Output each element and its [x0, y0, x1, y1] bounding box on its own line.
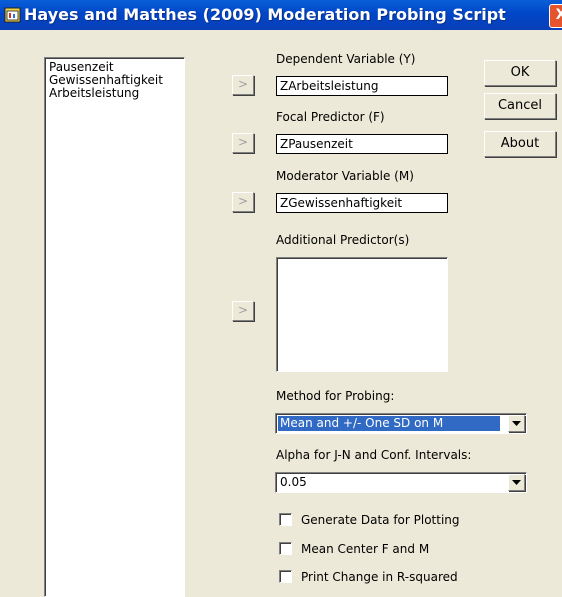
- alpha-select[interactable]: 0.05: [275, 472, 527, 493]
- generate-data-label[interactable]: Generate Data for Plotting: [301, 513, 460, 527]
- alpha-selected-value: 0.05: [280, 475, 307, 489]
- title-bar[interactable]: Hayes and Matthes (2009) Moderation Prob…: [0, 0, 562, 30]
- print-change-checkbox[interactable]: [279, 570, 292, 583]
- spss-window-icon[interactable]: [4, 6, 21, 23]
- moderator-variable-field[interactable]: ZGewissenhaftigkeit: [276, 193, 448, 213]
- mean-center-checkbox[interactable]: [279, 542, 292, 555]
- window-title: Hayes and Matthes (2009) Moderation Prob…: [24, 5, 506, 24]
- chevron-down-icon[interactable]: [508, 415, 525, 432]
- close-icon[interactable]: X: [549, 4, 562, 28]
- print-change-label[interactable]: Print Change in R-squared: [301, 570, 458, 584]
- focal-predictor-field[interactable]: ZPausenzeit: [276, 134, 448, 154]
- move-to-moderator-button[interactable]: >: [232, 192, 254, 212]
- method-selected-value: Mean and +/- One SD on M: [278, 416, 500, 431]
- mean-center-label[interactable]: Mean Center F and M: [301, 542, 429, 556]
- method-for-probing-select[interactable]: Mean and +/- One SD on M: [275, 413, 527, 434]
- chevron-down-icon[interactable]: [508, 474, 525, 491]
- list-item[interactable]: Arbeitsleistung: [49, 87, 180, 100]
- additional-predictors-listbox[interactable]: [276, 257, 448, 372]
- cancel-button[interactable]: Cancel: [484, 93, 556, 119]
- additional-predictors-label: Additional Predictor(s): [276, 233, 410, 247]
- move-to-additional-button[interactable]: >: [232, 301, 254, 321]
- variable-listbox[interactable]: Pausenzeit Gewissenhaftigkeit Arbeitslei…: [44, 57, 185, 597]
- focal-predictor-label: Focal Predictor (F): [276, 110, 385, 124]
- about-button[interactable]: About: [484, 131, 556, 157]
- method-for-probing-label: Method for Probing:: [276, 389, 395, 403]
- dependent-variable-field[interactable]: ZArbeitsleistung: [276, 76, 448, 96]
- alpha-label: Alpha for J-N and Conf. Intervals:: [276, 448, 472, 462]
- ok-button[interactable]: OK: [484, 60, 556, 86]
- move-to-focal-button[interactable]: >: [232, 133, 254, 153]
- move-to-dependent-button[interactable]: >: [232, 75, 254, 95]
- dependent-variable-label: Dependent Variable (Y): [276, 52, 416, 66]
- moderator-variable-label: Moderator Variable (M): [276, 169, 414, 183]
- generate-data-checkbox[interactable]: [279, 513, 292, 526]
